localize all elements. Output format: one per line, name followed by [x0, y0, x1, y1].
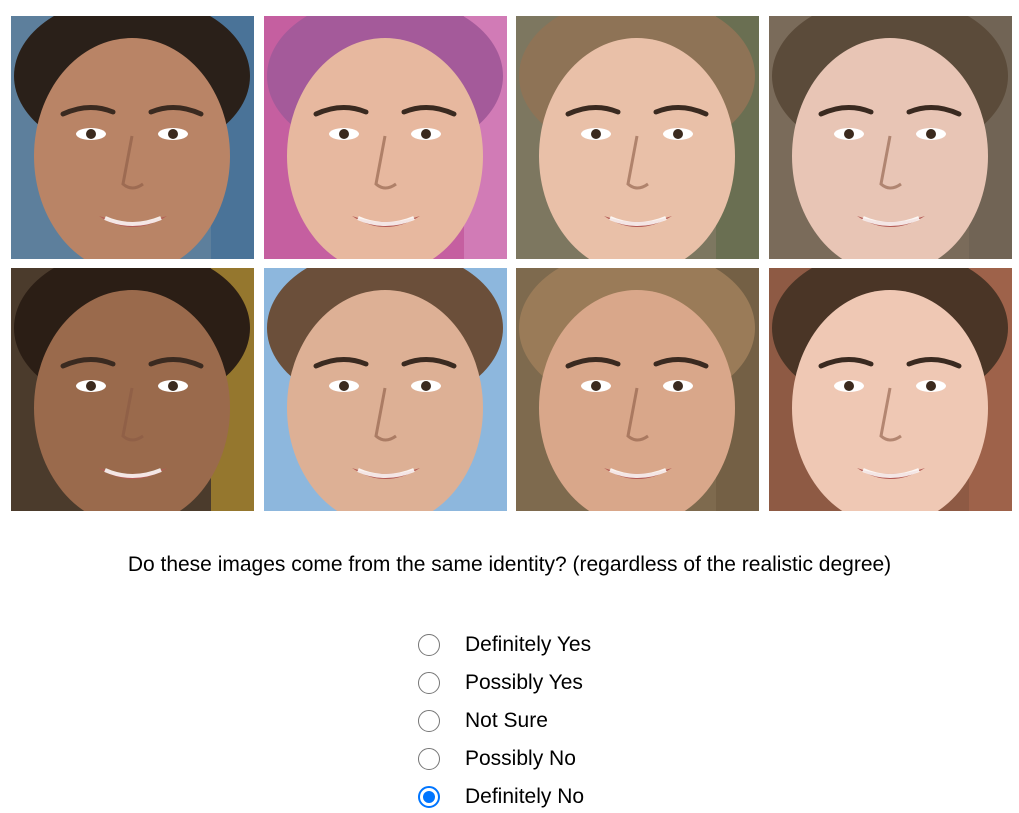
- question-text: Do these images come from the same ident…: [0, 551, 1019, 579]
- option-label: Definitely No: [465, 785, 585, 808]
- answer-radio-group: Definitely Yes Possibly Yes Not Sure Pos…: [418, 626, 591, 813]
- option-label: Definitely Yes: [465, 633, 592, 656]
- face-image-4: [769, 16, 1012, 259]
- radio-definitely-yes[interactable]: [418, 634, 440, 656]
- radio-definitely-no[interactable]: [418, 786, 440, 808]
- option-label: Not Sure: [465, 709, 548, 732]
- radio-possibly-no[interactable]: [418, 748, 440, 770]
- face-image-5: [11, 268, 254, 511]
- face-image-8: [769, 268, 1012, 511]
- option-definitely-no[interactable]: Definitely No: [418, 778, 591, 813]
- face-image-3: [516, 16, 759, 259]
- question-label: Do these images come from the same ident…: [127, 553, 892, 576]
- face-image-1: [11, 16, 254, 259]
- option-label: Possibly Yes: [465, 671, 583, 694]
- option-not-sure[interactable]: Not Sure: [418, 702, 591, 740]
- face-image-6: [264, 268, 507, 511]
- radio-possibly-yes[interactable]: [418, 672, 440, 694]
- radio-not-sure[interactable]: [418, 710, 440, 732]
- option-label: Possibly No: [465, 747, 576, 770]
- option-possibly-yes[interactable]: Possibly Yes: [418, 664, 591, 702]
- face-image-2: [264, 16, 507, 259]
- option-definitely-yes[interactable]: Definitely Yes: [418, 626, 591, 664]
- option-possibly-no[interactable]: Possibly No: [418, 740, 591, 778]
- survey-page: Do these images come from the same ident…: [0, 0, 1019, 813]
- face-image-7: [516, 268, 759, 511]
- face-image-grid: [11, 16, 1012, 511]
